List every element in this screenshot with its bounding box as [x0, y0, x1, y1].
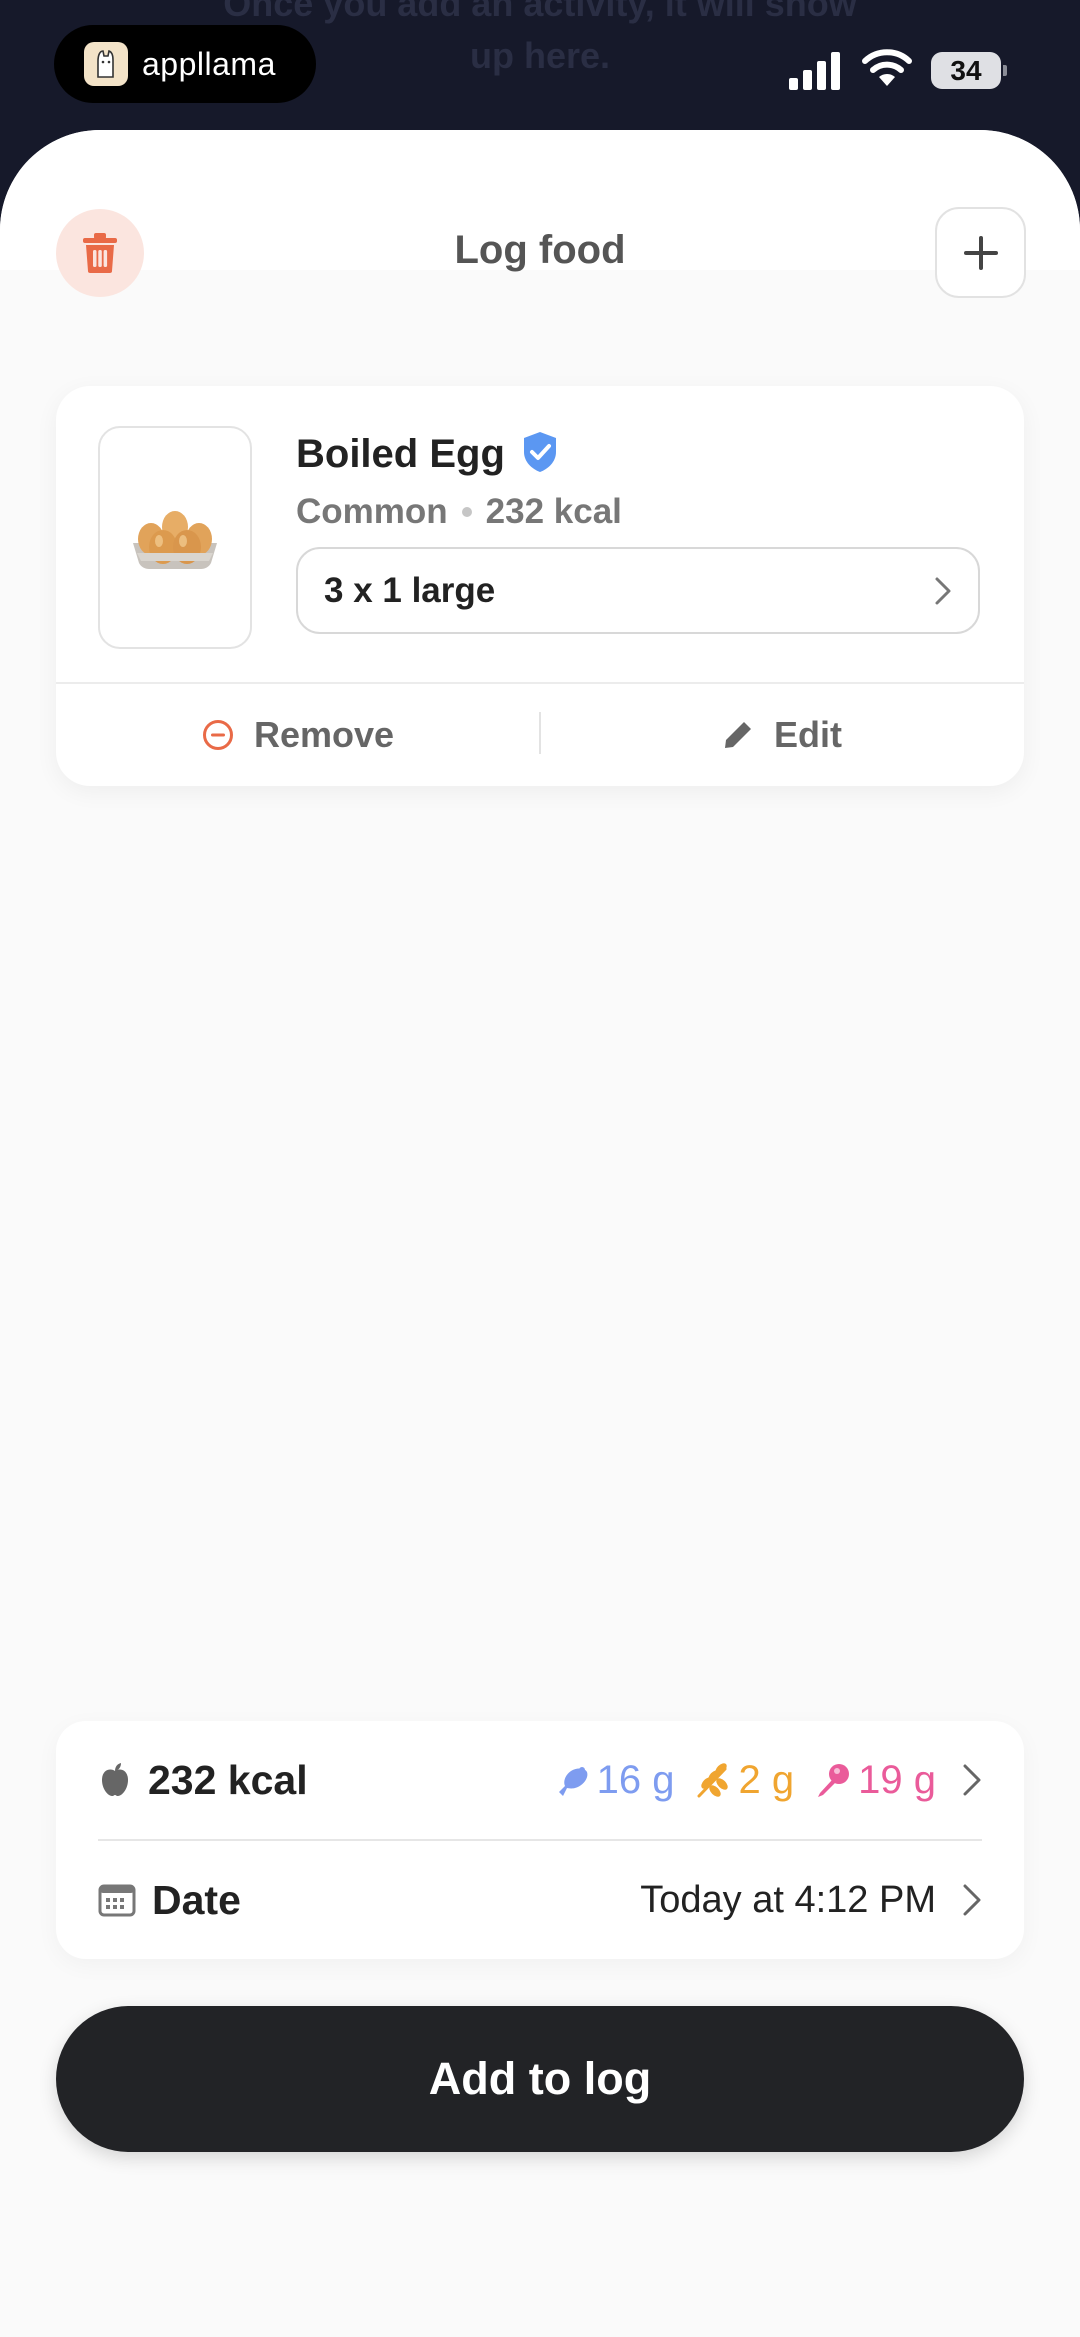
battery-level: 34	[931, 52, 1001, 89]
total-calories: 232 kcal	[148, 1756, 308, 1803]
apple-icon	[102, 1763, 128, 1796]
nutrition-summary-card: 232 kcal 16 g 2 g 19 g Date Today at 4:1…	[56, 1721, 1024, 1959]
brand-pill: appllama	[54, 25, 316, 103]
add-to-log-button[interactable]: Add to log	[56, 2006, 1024, 2152]
food-name: Boiled Egg	[296, 432, 505, 476]
remove-label: Remove	[253, 714, 395, 755]
remove-button[interactable]: Remove	[56, 684, 540, 786]
battery-tip	[1003, 65, 1007, 76]
fat-icon	[818, 1764, 850, 1797]
serving-size: 3 x 1 large	[324, 570, 496, 610]
chevron-right-icon	[935, 577, 951, 604]
food-thumbnail	[98, 426, 252, 649]
date-value: Today at 4:12 PM	[640, 1878, 936, 1921]
llama-logo-icon	[84, 42, 128, 86]
wifi-icon	[862, 49, 912, 86]
egg-carton-icon	[133, 510, 217, 569]
page-title: Log food	[454, 228, 626, 272]
edit-button[interactable]: Edit	[540, 684, 1024, 786]
food-category: Common	[296, 492, 448, 531]
macros: 16 g 2 g 19 g	[535, 1758, 982, 1803]
date-value-group: Today at 4:12 PM	[640, 1879, 982, 1922]
food-item-card: Boiled Egg Common 232 kcal 3 x 1 large R…	[56, 386, 1024, 786]
date-row[interactable]: Date Today at 4:12 PM	[98, 1841, 982, 1959]
protein-macro: 16 g	[555, 1758, 675, 1803]
add-to-log-label: Add to log	[428, 2053, 652, 2104]
fat-macro: 19 g	[814, 1758, 936, 1803]
date-label: Date	[152, 1876, 241, 1923]
cellular-signal-icon	[789, 52, 840, 90]
food-meta: Common 232 kcal	[296, 492, 622, 532]
chevron-right-icon	[963, 1884, 981, 1916]
carbs-macro: 2 g	[695, 1757, 795, 1803]
edit-label: Edit	[774, 714, 842, 755]
calendar-icon	[98, 1884, 136, 1917]
status-bar: appllama 34	[0, 0, 1080, 130]
battery-indicator: 34	[931, 52, 1007, 89]
log-food-sheet: Log food Boiled Egg Common 232 kcal 3 x …	[0, 130, 1080, 2337]
food-calories: 232 kcal	[485, 492, 622, 531]
fat-value: 19 g	[858, 1757, 936, 1802]
carbs-value: 2 g	[738, 1757, 795, 1802]
serving-selector[interactable]: 3 x 1 large	[296, 547, 980, 634]
drumstick-icon	[558, 1767, 588, 1796]
wheat-icon	[697, 1763, 728, 1798]
plus-icon	[963, 235, 998, 270]
chevron-right-icon	[963, 1764, 981, 1796]
add-food-button[interactable]	[935, 207, 1026, 298]
separator-dot	[461, 507, 472, 517]
verified-badge-icon	[524, 432, 556, 472]
minus-circle-icon	[202, 720, 233, 750]
protein-value: 16 g	[596, 1757, 675, 1802]
nutrition-row[interactable]: 232 kcal 16 g 2 g 19 g	[98, 1721, 982, 1839]
pencil-icon	[725, 722, 751, 748]
brand-name: appllama	[142, 45, 276, 82]
